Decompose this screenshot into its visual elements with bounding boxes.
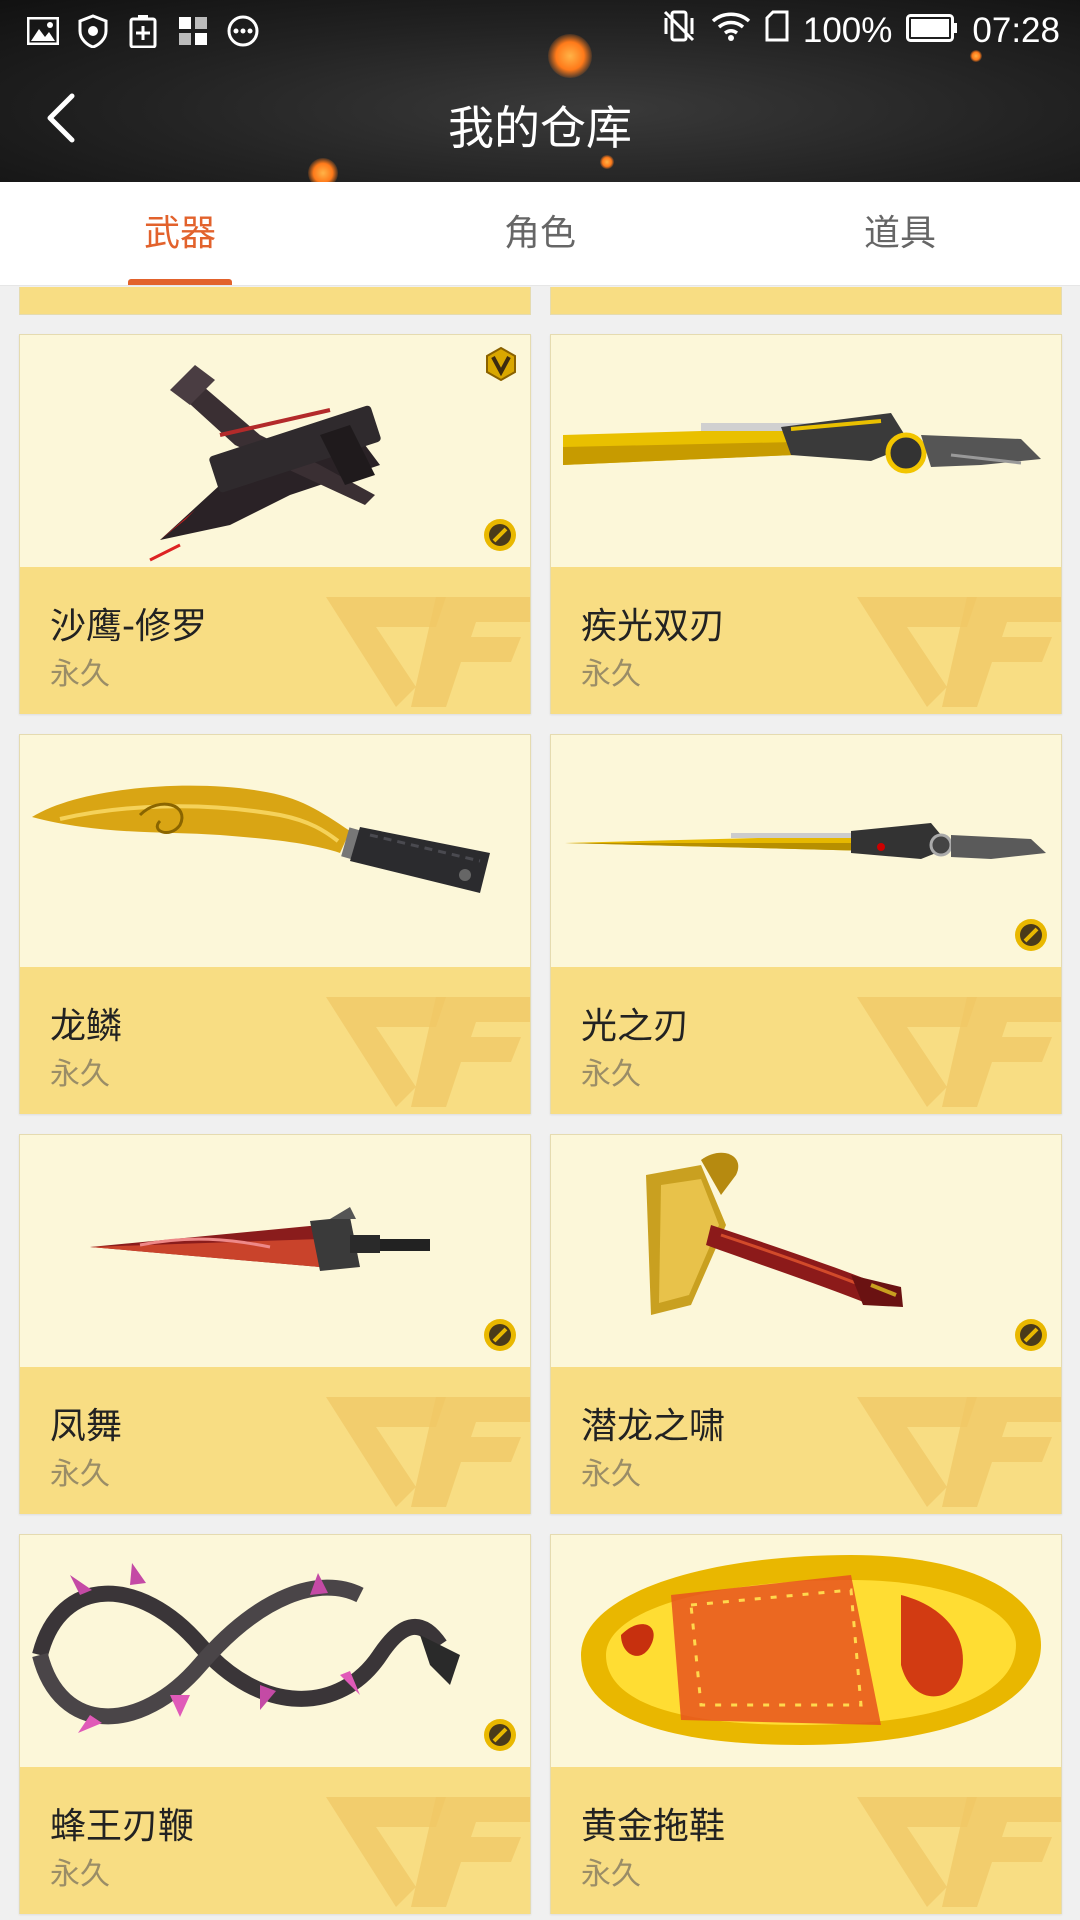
weapon-info: 潜龙之啸 永久 bbox=[551, 1367, 1061, 1514]
weapon-card[interactable]: 蜂王刃鞭 永久 bbox=[19, 1534, 531, 1914]
cf-watermark-logo bbox=[857, 1777, 1061, 1907]
tab-characters[interactable]: 角色 bbox=[360, 182, 720, 286]
weapon-duration: 永久 bbox=[50, 1057, 110, 1092]
wifi-icon bbox=[711, 10, 751, 51]
weapon-info: 疾光双刃 永久 bbox=[551, 567, 1061, 714]
weapon-duration: 永久 bbox=[581, 1457, 641, 1492]
weapon-card[interactable]: 黄金拖鞋 永久 bbox=[550, 1534, 1062, 1914]
weapon-card[interactable]: 潜龙之啸 永久 bbox=[550, 1134, 1062, 1514]
vip-badge-icon bbox=[484, 346, 518, 382]
weapon-info: 龙鳞 永久 bbox=[20, 967, 530, 1114]
weapon-card[interactable]: 光之刃 永久 bbox=[550, 734, 1062, 1114]
cf-watermark-logo bbox=[326, 1377, 530, 1507]
coin-badge-icon bbox=[482, 1317, 518, 1353]
more-dots-icon bbox=[226, 14, 260, 48]
sim-card-icon bbox=[765, 10, 789, 51]
gallery-notification-icon bbox=[26, 14, 60, 48]
weapon-name: 光之刃 bbox=[581, 1006, 690, 1047]
weapon-image bbox=[20, 1535, 530, 1767]
weapon-name: 沙鹰-修罗 bbox=[50, 606, 207, 647]
inventory-grid[interactable]: 沙鹰-修罗 永久 疾光双刃 永久 龙鳞 永久 光之刃 永久 凤舞 永久 潜龙之啸… bbox=[0, 287, 1080, 1920]
weapon-name: 凤舞 bbox=[50, 1406, 123, 1447]
partial-card[interactable] bbox=[550, 287, 1062, 315]
tab-items[interactable]: 道具 bbox=[720, 182, 1080, 286]
weapon-card[interactable]: 沙鹰-修罗永久 bbox=[19, 334, 531, 714]
weapon-image bbox=[551, 1535, 1061, 1767]
clock: 07:28 bbox=[972, 10, 1060, 50]
app-header: 100% 07:28 我的仓库 bbox=[0, 0, 1080, 182]
coin-badge-icon bbox=[482, 517, 518, 553]
weapon-name: 黄金拖鞋 bbox=[581, 1806, 726, 1847]
weapon-duration: 永久 bbox=[581, 1057, 641, 1092]
weapon-name: 潜龙之啸 bbox=[581, 1406, 726, 1447]
weapon-duration: 永久 bbox=[50, 1857, 110, 1892]
coin-badge-icon bbox=[1013, 1317, 1049, 1353]
active-tab-indicator bbox=[128, 279, 232, 285]
weapon-image bbox=[20, 735, 530, 967]
weapon-image bbox=[551, 335, 1061, 567]
shield-icon bbox=[76, 14, 110, 48]
weapon-info: 蜂王刃鞭 永久 bbox=[20, 1767, 530, 1914]
vibrate-off-icon bbox=[661, 8, 697, 53]
weapon-name: 蜂王刃鞭 bbox=[50, 1806, 195, 1847]
weapon-info: 黄金拖鞋 永久 bbox=[551, 1767, 1061, 1914]
coin-badge-icon bbox=[1013, 917, 1049, 953]
status-bar: 100% 07:28 bbox=[0, 0, 1080, 62]
coin-badge-icon bbox=[482, 1717, 518, 1753]
apps-grid-icon bbox=[176, 14, 210, 48]
cf-watermark-logo bbox=[857, 1377, 1061, 1507]
battery-plus-icon bbox=[126, 14, 160, 48]
weapon-image bbox=[551, 735, 1061, 967]
weapon-info: 沙鹰-修罗永久 bbox=[20, 567, 530, 714]
weapon-card[interactable]: 龙鳞 永久 bbox=[19, 734, 531, 1114]
weapon-name: 疾光双刃 bbox=[581, 606, 726, 647]
page-title: 我的仓库 bbox=[448, 101, 632, 155]
weapon-info: 光之刃 永久 bbox=[551, 967, 1061, 1114]
weapon-image bbox=[551, 1135, 1061, 1367]
weapon-image bbox=[20, 335, 530, 567]
weapon-name: 龙鳞 bbox=[50, 1006, 123, 1047]
category-tabs: 武器 角色 道具 bbox=[0, 182, 1080, 286]
weapon-duration: 永久 bbox=[581, 657, 641, 692]
weapon-duration: 永久 bbox=[50, 657, 110, 692]
weapon-image bbox=[20, 1135, 530, 1367]
weapon-card[interactable]: 疾光双刃 永久 bbox=[550, 334, 1062, 714]
partial-card[interactable] bbox=[19, 287, 531, 315]
tab-weapons[interactable]: 武器 bbox=[0, 182, 360, 286]
weapon-duration: 永久 bbox=[50, 1457, 110, 1492]
weapon-card[interactable]: 凤舞 永久 bbox=[19, 1134, 531, 1514]
cf-watermark-logo bbox=[857, 577, 1061, 707]
cf-watermark-logo bbox=[857, 977, 1061, 1107]
weapon-info: 凤舞 永久 bbox=[20, 1367, 530, 1514]
weapon-duration: 永久 bbox=[581, 1857, 641, 1892]
battery-percent: 100% bbox=[802, 10, 893, 50]
cf-watermark-logo bbox=[326, 1777, 530, 1907]
cf-watermark-logo bbox=[326, 977, 530, 1107]
cf-watermark-logo bbox=[326, 577, 530, 707]
battery-icon bbox=[906, 11, 958, 51]
